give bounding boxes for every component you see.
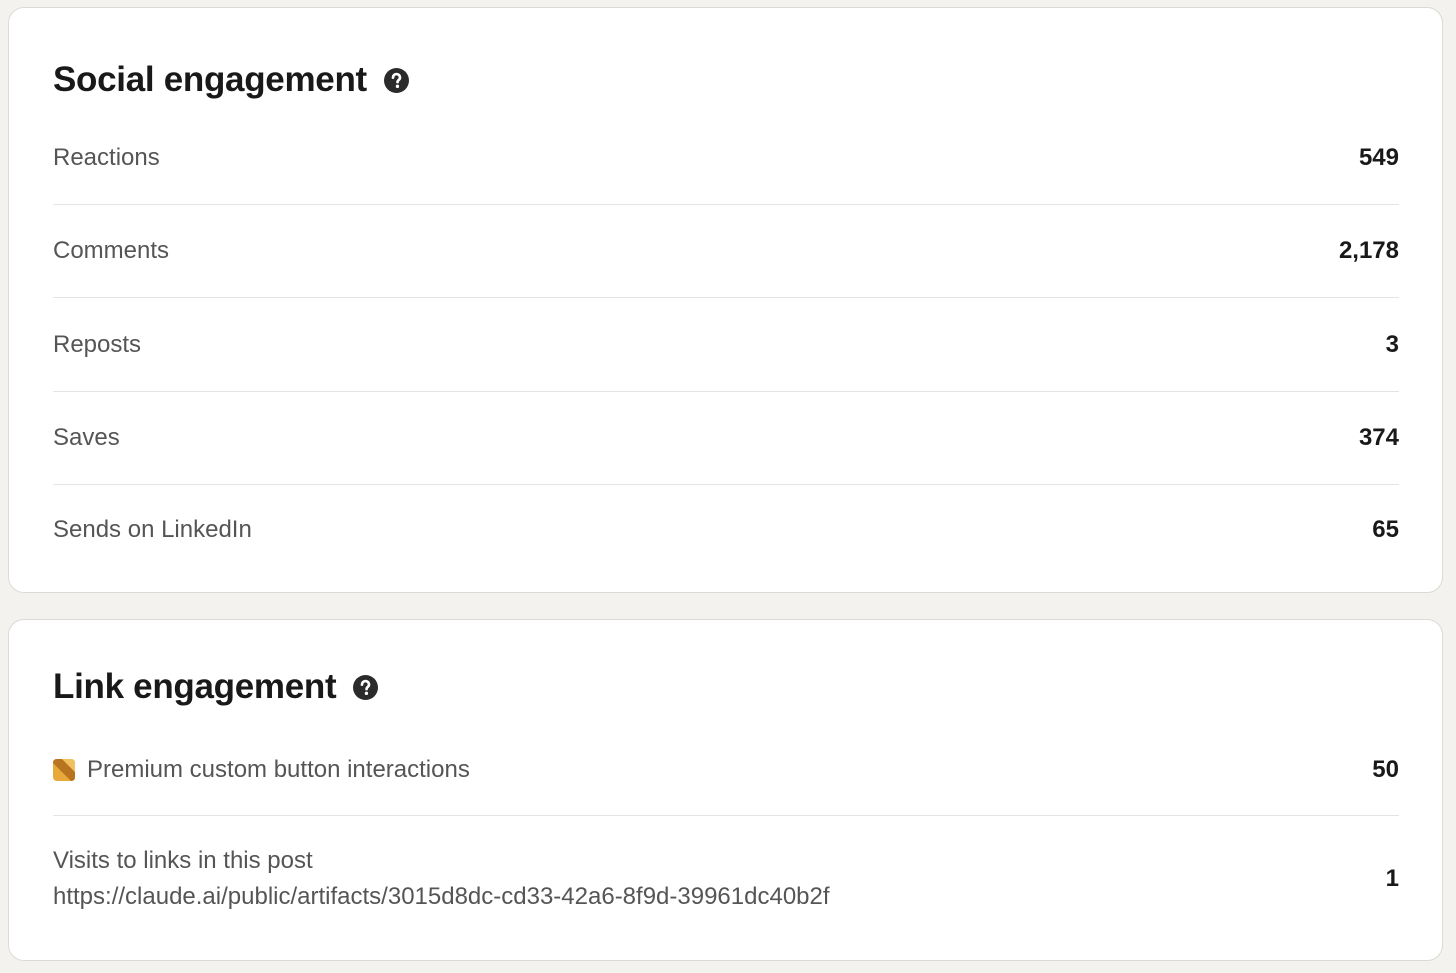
social-engagement-header: Social engagement	[53, 58, 409, 102]
premium-interactions-text: Premium custom button interactions	[87, 755, 470, 783]
metric-value-link-visits: 1	[1385, 865, 1399, 892]
social-engagement-card: Social engagement Reactions 549 Comments…	[8, 7, 1443, 593]
metric-value-premium-interactions: 50	[1372, 755, 1399, 783]
metric-row-link-visits: Visits to links in this post https://cla…	[53, 816, 1399, 942]
link-engagement-header: Link engagement	[53, 665, 379, 709]
social-engagement-title: Social engagement	[53, 60, 367, 99]
metric-label-reactions: Reactions	[53, 144, 160, 171]
link-visits-details: Visits to links in this post https://cla…	[53, 843, 830, 915]
metric-value-reposts: 3	[1385, 330, 1399, 358]
metric-row-reactions: Reactions 549	[53, 112, 1399, 205]
metric-row-reposts: Reposts 3	[53, 298, 1399, 392]
metric-row-comments: Comments 2,178	[53, 205, 1399, 298]
metric-label-link-visits: Visits to links in this post	[53, 847, 313, 874]
help-circle-icon[interactable]	[383, 67, 409, 93]
premium-badge-icon	[53, 758, 75, 781]
metric-row-premium-interactions: Premium custom button interactions 50	[53, 724, 1399, 816]
link-engagement-title: Link engagement	[53, 667, 337, 706]
metric-row-saves: Saves 374	[53, 392, 1399, 485]
metric-row-sends: Sends on LinkedIn 65	[53, 485, 1399, 575]
metric-value-sends: 65	[1372, 516, 1399, 543]
metric-value-comments: 2,178	[1338, 237, 1399, 264]
metric-label-premium-interactions: Premium custom button interactions	[53, 755, 470, 785]
metric-value-reactions: 549	[1358, 144, 1399, 171]
link-engagement-card: Link engagement Premium custom button in…	[8, 619, 1443, 961]
help-circle-icon[interactable]	[353, 674, 379, 700]
metric-label-comments: Comments	[53, 237, 170, 264]
link-url[interactable]: https://claude.ai/public/artifacts/3015d…	[53, 879, 830, 915]
metric-label-saves: Saves	[53, 424, 120, 451]
metric-value-saves: 374	[1358, 424, 1399, 451]
metric-label-sends: Sends on LinkedIn	[53, 516, 252, 543]
metric-label-reposts: Reposts	[53, 330, 142, 358]
